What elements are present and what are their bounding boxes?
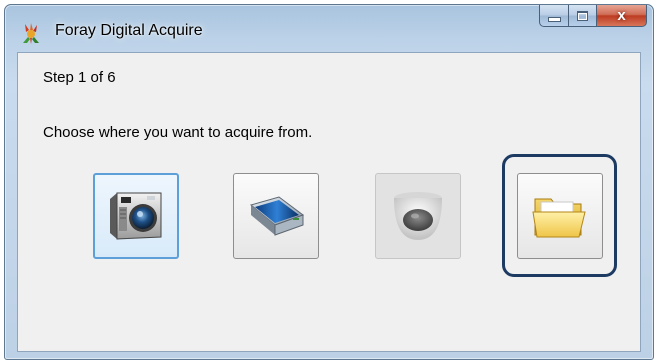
minimize-button[interactable] — [539, 5, 569, 27]
window-title: Foray Digital Acquire — [55, 22, 203, 39]
caption-buttons: x — [539, 5, 647, 27]
scanner-source-button[interactable] — [233, 173, 319, 259]
maximize-icon — [577, 10, 588, 21]
instruction-text: Choose where you want to acquire from. — [43, 124, 313, 141]
step-indicator: Step 1 of 6 — [43, 69, 116, 86]
foray-app-icon — [23, 23, 39, 44]
dialog-content: Step 1 of 6 Choose where you want to acq… — [17, 52, 641, 352]
app-window: Foray Digital Acquire x Step 1 of 6 Choo… — [4, 4, 654, 360]
close-button[interactable]: x — [597, 5, 647, 27]
minimize-icon — [547, 16, 561, 22]
dome-camera-icon — [394, 192, 442, 240]
title-bar[interactable]: Foray Digital Acquire x — [5, 5, 653, 51]
close-icon: x — [617, 7, 626, 24]
dome-camera-source-button[interactable] — [375, 173, 461, 259]
folder-highlight-outline — [502, 154, 617, 277]
digital-camera-icon — [110, 192, 162, 240]
flatbed-scanner-icon — [249, 196, 305, 236]
maximize-button[interactable] — [569, 5, 597, 27]
camera-source-button[interactable] — [93, 173, 179, 259]
